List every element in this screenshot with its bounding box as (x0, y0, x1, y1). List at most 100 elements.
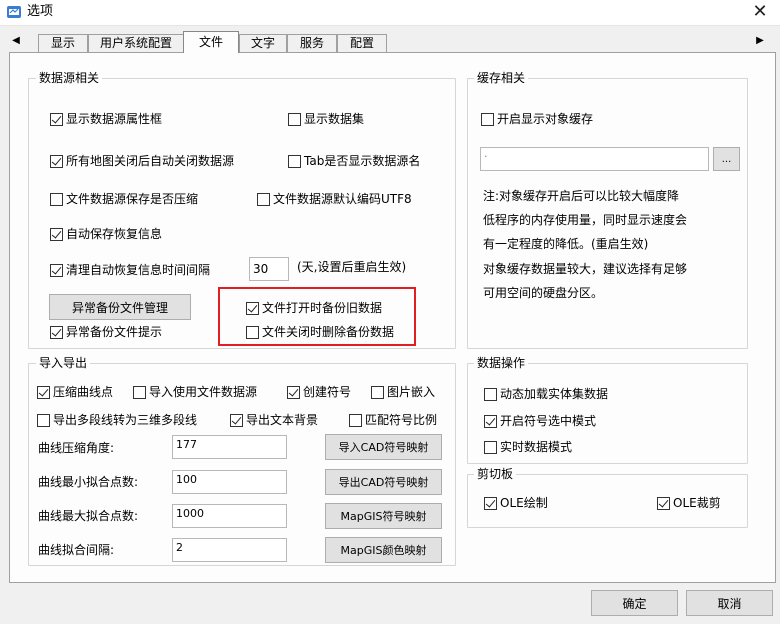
mapgis-color-map-button[interactable]: MapGIS颜色映射 (325, 537, 442, 563)
tab-label: 配置 (349, 36, 374, 50)
checkbox-label: 清理自动恢复信息时间间隔 (66, 263, 211, 277)
show-props-checkbox[interactable]: 显示数据源属性框 (50, 111, 162, 127)
tab-user-system-config[interactable]: 用户系统配置 (88, 34, 184, 52)
cache-note-line-3: 有一定程度的降低。(重启生效) (483, 237, 649, 251)
checkbox-label: 压缩曲线点 (53, 385, 114, 399)
cache-group-title: 缓存相关 (474, 71, 529, 85)
checkbox-box[interactable] (657, 496, 670, 510)
ole-draw-checkbox[interactable]: OLE绘制 (484, 495, 548, 511)
cache-note-line-4: 对象缓存数据量较大，建议选择有足够 (483, 262, 688, 276)
curve-angle-input[interactable]: 177 (172, 435, 287, 459)
tab-label: 文字 (250, 36, 275, 50)
auto-close-checkbox[interactable]: 所有地图关闭后自动关闭数据源 (50, 153, 234, 169)
realtime-checkbox[interactable]: 实时数据模式 (484, 439, 572, 455)
fit-interval-input[interactable]: 2 (172, 538, 287, 562)
cache-note-line-2: 低程序的内存使用量，同时显示速度会 (483, 213, 688, 227)
polyline-3d-checkbox[interactable]: 导出多段线转为三维多段线 (37, 412, 197, 428)
close-button[interactable]: ✕ (740, 0, 780, 26)
enable-cache-checkbox[interactable]: 开启显示对象缓存 (481, 111, 593, 127)
checkbox-label: 导出多段线转为三维多段线 (53, 413, 198, 427)
tab-show-name-checkbox[interactable]: Tab是否显示数据源名 (288, 153, 420, 169)
checkbox-box[interactable] (50, 325, 63, 339)
fit-interval-label: 曲线拟合间隔: (38, 543, 115, 557)
checkbox-box[interactable] (50, 263, 63, 277)
checkbox-box[interactable] (484, 414, 497, 428)
dynamic-load-checkbox[interactable]: 动态加载实体集数据 (484, 386, 608, 402)
checkbox-box[interactable] (288, 154, 301, 168)
checkbox-label: 所有地图关闭后自动关闭数据源 (66, 154, 235, 168)
checkbox-label: 实时数据模式 (500, 440, 573, 454)
checkbox-box[interactable] (50, 154, 63, 168)
max-fit-points-input[interactable]: 1000 (172, 504, 287, 528)
checkbox-box[interactable] (484, 440, 497, 454)
checkbox-box[interactable] (50, 192, 63, 206)
tab-file[interactable]: 文件 (183, 31, 239, 53)
compress-curve-checkbox[interactable]: 压缩曲线点 (37, 384, 113, 400)
close-icon: ✕ (752, 1, 768, 22)
checkbox-box[interactable] (37, 413, 50, 427)
tab-service[interactable]: 服务 (287, 34, 337, 52)
show-dataset-checkbox[interactable]: 显示数据集 (288, 111, 364, 127)
cancel-button[interactable]: 取消 (686, 590, 773, 616)
checkbox-box[interactable] (133, 385, 146, 399)
checkbox-box[interactable] (349, 413, 362, 427)
tab-scroll-right-icon[interactable]: ▶ (754, 34, 766, 48)
export-text-bg-checkbox[interactable]: 导出文本背景 (230, 412, 318, 428)
interval-days-input[interactable]: 30 (249, 257, 289, 281)
tab-display[interactable]: 显示 (38, 34, 88, 52)
clipboard-group-title: 剪切板 (474, 467, 517, 481)
cache-note-line-1: 注:对象缓存开启后可以比较大幅度降 (483, 189, 680, 203)
checkbox-box[interactable] (371, 385, 384, 399)
clear-interval-checkbox[interactable]: 清理自动恢复信息时间间隔 (50, 262, 210, 278)
cache-path-input[interactable]: · (480, 147, 709, 171)
checkbox-label: 异常备份文件提示 (66, 325, 163, 339)
datasource-group-title: 数据源相关 (36, 71, 103, 85)
cache-browse-button[interactable]: ... (713, 147, 740, 171)
ole-crop-checkbox[interactable]: OLE裁剪 (657, 495, 721, 511)
min-fit-points-label: 曲线最小拟合点数: (38, 475, 139, 489)
checkbox-label: 自动保存恢复信息 (66, 227, 163, 241)
window-title: 选项 (27, 4, 54, 19)
backup-manage-button[interactable]: 异常备份文件管理 (49, 294, 191, 320)
create-symbol-checkbox[interactable]: 创建符号 (287, 384, 351, 400)
app-icon (7, 6, 21, 18)
checkbox-box[interactable] (37, 385, 50, 399)
min-fit-points-input[interactable]: 100 (172, 470, 287, 494)
checkbox-label: 动态加载实体集数据 (500, 387, 609, 401)
checkbox-label: 导出文本背景 (246, 413, 319, 427)
checkbox-label: 图片嵌入 (387, 385, 436, 399)
highlight-box (218, 287, 416, 346)
export-cad-symbol-map-button[interactable]: 导出CAD符号映射 (325, 469, 442, 495)
checkbox-box[interactable] (50, 227, 63, 241)
checkbox-box[interactable] (230, 413, 243, 427)
use-file-ds-checkbox[interactable]: 导入使用文件数据源 (133, 384, 257, 400)
tab-label: 文件 (198, 35, 223, 49)
checkbox-label: OLE裁剪 (673, 496, 721, 510)
checkbox-box[interactable] (481, 112, 494, 126)
checkbox-box[interactable] (484, 496, 497, 510)
checkbox-label: 创建符号 (303, 385, 352, 399)
checkbox-box[interactable] (50, 112, 63, 126)
symbol-select-checkbox[interactable]: 开启符号选中模式 (484, 413, 596, 429)
checkbox-label: 文件数据源保存是否压缩 (66, 192, 199, 206)
mapgis-symbol-map-button[interactable]: MapGIS符号映射 (325, 503, 442, 529)
tab-config[interactable]: 配置 (337, 34, 387, 52)
checkbox-label: 导入使用文件数据源 (149, 385, 258, 399)
backup-prompt-checkbox[interactable]: 异常备份文件提示 (50, 324, 162, 340)
checkbox-box[interactable] (287, 385, 300, 399)
checkbox-label: 开启符号选中模式 (500, 414, 597, 428)
checkbox-box[interactable] (257, 192, 270, 206)
checkbox-box[interactable] (484, 387, 497, 401)
compress-checkbox[interactable]: 文件数据源保存是否压缩 (50, 191, 198, 207)
ok-button[interactable]: 确定 (591, 590, 678, 616)
checkbox-box[interactable] (288, 112, 301, 126)
data-ops-group-title: 数据操作 (474, 356, 529, 370)
tab-scroll-left-icon[interactable]: ◀ (10, 34, 22, 48)
match-symbol-scale-checkbox[interactable]: 匹配符号比例 (349, 412, 437, 428)
embed-image-checkbox[interactable]: 图片嵌入 (371, 384, 435, 400)
utf8-checkbox[interactable]: 文件数据源默认编码UTF8 (257, 191, 412, 207)
tab-text[interactable]: 文字 (239, 34, 287, 52)
tab-label: 显示 (50, 36, 75, 50)
autosave-checkbox[interactable]: 自动保存恢复信息 (50, 226, 162, 242)
import-cad-symbol-map-button[interactable]: 导入CAD符号映射 (325, 434, 442, 460)
